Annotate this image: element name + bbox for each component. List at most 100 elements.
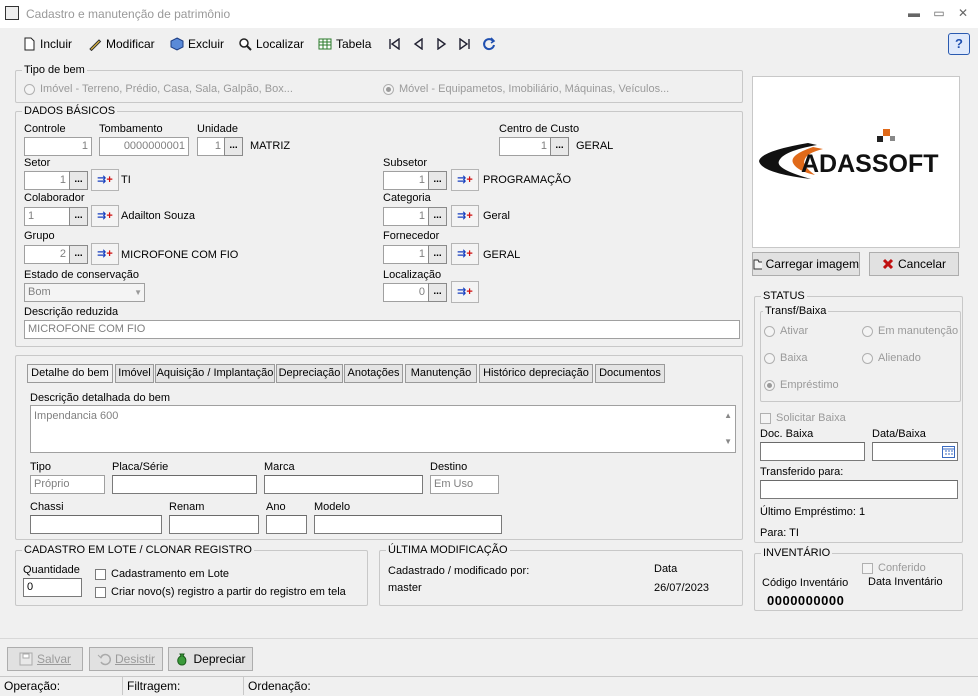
setor-lookup-button[interactable]: ... — [69, 171, 88, 190]
marca-field[interactable] — [264, 475, 423, 494]
unidade-name: MATRIZ — [250, 140, 291, 152]
salvar-button[interactable]: Salvar — [7, 647, 83, 671]
cadastramento-lote-checkbox[interactable]: Cadastramento em Lote — [95, 568, 229, 580]
fornecedor-lookup-button[interactable]: ... — [428, 245, 447, 264]
movel-radio[interactable]: Móvel - Equipametos, Imobiliário, Máquin… — [383, 83, 669, 95]
grupo-link-button[interactable]: ⇉+ — [91, 243, 119, 265]
categoria-field[interactable]: 1 — [383, 207, 429, 226]
excluir-button[interactable]: Excluir — [170, 33, 224, 55]
conferido-checkbox[interactable]: Conferido — [862, 562, 926, 574]
depreciar-button[interactable]: Depreciar — [168, 647, 253, 671]
categoria-link-button[interactable]: ⇉+ — [451, 205, 479, 227]
estado-conservacao-select[interactable]: Bom ▼ — [24, 283, 145, 302]
destino-field[interactable]: Em Uso — [430, 475, 499, 494]
transferido-field[interactable] — [760, 480, 958, 499]
baixa-radio[interactable]: Baixa — [764, 352, 808, 364]
fornecedor-name: GERAL — [483, 249, 521, 261]
tabela-button[interactable]: Tabela — [318, 33, 371, 55]
calendar-icon[interactable] — [942, 445, 955, 458]
subsetor-lookup-button[interactable]: ... — [428, 171, 447, 190]
quantidade-label: Quantidade — [23, 564, 80, 576]
cancelar-imagem-button[interactable]: Cancelar — [869, 252, 959, 276]
descricao-reduzida-label: Descrição reduzida — [24, 306, 119, 318]
centro-custo-lookup-button[interactable]: ... — [550, 137, 569, 156]
colaborador-lookup-button[interactable]: ... — [69, 207, 88, 226]
maximize-icon[interactable]: ▭ — [931, 6, 947, 20]
subsetor-field[interactable]: 1 — [383, 171, 429, 190]
grupo-field[interactable]: 2 — [24, 245, 70, 264]
quantidade-field[interactable]: 0 — [23, 578, 82, 597]
tipo-field[interactable]: Próprio — [30, 475, 105, 494]
modelo-field[interactable] — [314, 515, 502, 534]
unidade-field[interactable]: 1 — [197, 137, 225, 156]
tab-aquisicao[interactable]: Aquisição / Implantação — [155, 364, 275, 383]
window-title: Cadastro e manutenção de patrimônio — [26, 7, 231, 21]
clonar-registro-checkbox[interactable]: Criar novo(s) registro a partir do regis… — [95, 586, 346, 598]
localizacao-lookup-button[interactable]: ... — [428, 283, 447, 302]
renam-field[interactable] — [169, 515, 259, 534]
alienado-radio[interactable]: Alienado — [862, 352, 921, 364]
ultima-modificacao-legend: ÚLTIMA MODIFICAÇÃO — [386, 544, 510, 556]
statusbar-operacao: Operação: — [0, 677, 123, 695]
statusbar-ordenacao: Ordenação: — [248, 679, 311, 693]
descricao-detalhada-textarea[interactable]: Impendancia 600 ▲ ▼ — [30, 405, 736, 453]
carregar-imagem-button[interactable]: Carregar imagem — [752, 252, 860, 276]
grupo-lookup-button[interactable]: ... — [69, 245, 88, 264]
localizar-button[interactable]: Localizar — [238, 33, 304, 55]
centro-custo-field[interactable]: 1 — [499, 137, 551, 156]
data-baixa-field[interactable] — [872, 442, 958, 461]
categoria-lookup-button[interactable]: ... — [428, 207, 447, 226]
descricao-reduzida-field[interactable]: MICROFONE COM FIO — [24, 320, 740, 339]
chassi-label: Chassi — [30, 501, 64, 513]
close-icon[interactable]: ✕ — [955, 6, 971, 20]
controle-field[interactable]: 1 — [24, 137, 92, 156]
tab-anotacoes[interactable]: Anotações — [344, 364, 403, 383]
tabela-label: Tabela — [336, 37, 372, 51]
chassi-field[interactable] — [30, 515, 162, 534]
colaborador-link-button[interactable]: ⇉+ — [91, 205, 119, 227]
modificar-button[interactable]: Modificar — [88, 33, 155, 55]
previous-record-icon[interactable] — [412, 38, 424, 50]
refresh-icon[interactable] — [482, 37, 496, 51]
manutencao-radio[interactable]: Em manutenção — [862, 325, 958, 337]
localizacao-field[interactable]: 0 — [383, 283, 429, 302]
grupo-label: Grupo — [24, 230, 55, 242]
last-record-icon[interactable] — [459, 38, 471, 50]
setor-field[interactable]: 1 — [24, 171, 70, 190]
ativar-label: Ativar — [780, 325, 809, 337]
tab-documentos[interactable]: Documentos — [595, 364, 665, 383]
first-record-icon[interactable] — [388, 38, 400, 50]
tab-depreciacao[interactable]: Depreciação — [276, 364, 343, 383]
localizacao-link-button[interactable]: ⇉+ — [451, 281, 479, 303]
localizacao-label: Localização — [383, 269, 442, 281]
fornecedor-link-button[interactable]: ⇉+ — [451, 243, 479, 265]
fornecedor-field[interactable]: 1 — [383, 245, 429, 264]
tombamento-field[interactable]: 0000000001 — [99, 137, 189, 156]
ano-field[interactable] — [266, 515, 307, 534]
placa-serie-field[interactable] — [112, 475, 257, 494]
tab-historico-depreciacao[interactable]: Histórico depreciação — [479, 364, 593, 383]
unidade-lookup-button[interactable]: ... — [224, 137, 243, 156]
tab-manutencao[interactable]: Manutenção — [405, 364, 477, 383]
movel-radio-label: Móvel - Equipametos, Imobiliário, Máquin… — [399, 83, 670, 95]
colaborador-field[interactable]: 1 — [24, 207, 70, 226]
estado-conservacao-value: Bom — [28, 286, 51, 298]
subsetor-link-button[interactable]: ⇉+ — [451, 169, 479, 191]
money-bag-icon — [177, 653, 187, 666]
emprestimo-radio[interactable]: Empréstimo — [764, 379, 839, 391]
desistir-button[interactable]: Desistir — [89, 647, 163, 671]
tab-detalhe-do-bem[interactable]: Detalhe do bem — [27, 364, 113, 383]
next-record-icon[interactable] — [436, 38, 448, 50]
doc-baixa-field[interactable] — [760, 442, 865, 461]
incluir-button[interactable]: Incluir — [22, 33, 72, 55]
ativar-radio[interactable]: Ativar — [764, 325, 808, 337]
scroll-down-icon[interactable]: ▼ — [724, 434, 732, 450]
help-button[interactable]: ? — [948, 33, 970, 55]
minimize-icon[interactable]: ▬ — [906, 6, 922, 20]
tab-imovel[interactable]: Imóvel — [115, 364, 154, 383]
solicitar-baixa-checkbox[interactable]: Solicitar Baixa — [760, 412, 846, 424]
setor-link-button[interactable]: ⇉+ — [91, 169, 119, 191]
scroll-up-icon[interactable]: ▲ — [724, 408, 732, 424]
imovel-radio[interactable]: Imóvel - Terreno, Prédio, Casa, Sala, Ga… — [24, 83, 293, 95]
estado-conservacao-label: Estado de conservação — [24, 269, 139, 281]
